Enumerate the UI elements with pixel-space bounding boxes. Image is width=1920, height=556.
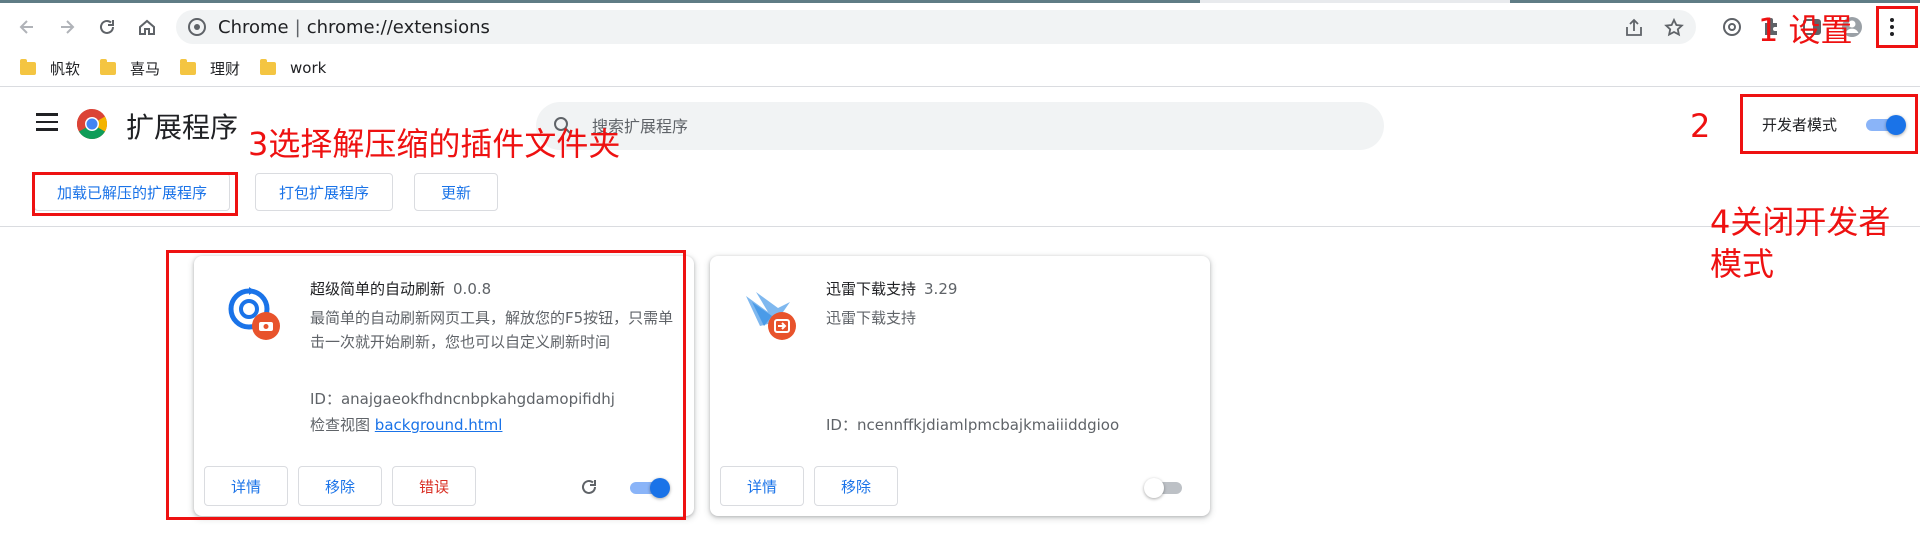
address-site: Chrome: [218, 17, 289, 38]
annotation-step1: 1 设置: [1758, 11, 1853, 49]
search-input[interactable]: [592, 114, 1292, 138]
address-text: Chrome | chrome://extensions: [218, 17, 490, 38]
page-title: 扩展程序: [126, 111, 239, 144]
bookmark-label: work: [290, 59, 327, 77]
extension-name: 迅雷下载支持: [826, 280, 917, 298]
back-icon[interactable]: [12, 12, 42, 42]
folder-icon: [20, 58, 36, 75]
bookmark-folder[interactable]: 帆软: [20, 57, 80, 79]
extension-card: 迅雷下载支持 3.29 迅雷下载支持 ID：ncennffkjdiamlpmcba…: [710, 256, 1210, 516]
annotation-step4-line2: 模式: [1710, 245, 1775, 283]
extension-description: 迅雷下载支持: [826, 309, 917, 327]
folder-icon: [260, 58, 276, 75]
enable-extension-toggle[interactable]: [1144, 478, 1186, 498]
bookmark-folder[interactable]: 喜马: [100, 57, 160, 79]
bookmark-label: 喜马: [130, 59, 161, 78]
bookmark-label: 理财: [210, 59, 241, 78]
details-button[interactable]: 详情: [720, 466, 804, 506]
pack-extension-button[interactable]: 打包扩展程序: [255, 173, 393, 211]
chrome-site-icon: [188, 18, 206, 36]
forward-icon[interactable]: [52, 12, 82, 42]
browser-toolbar: Chrome | chrome://extensions: [0, 3, 1920, 49]
thunder-download-icon: [746, 292, 796, 340]
remove-button[interactable]: 移除: [814, 466, 898, 506]
folder-icon: [100, 58, 116, 75]
header-divider: [0, 226, 1920, 227]
search-bar[interactable]: [536, 102, 1384, 150]
annotation-box-card: [166, 250, 686, 520]
annotation-step3: 3选择解压缩的插件文件夹: [248, 125, 621, 163]
update-button[interactable]: 更新: [414, 173, 498, 211]
annotation-box-load: [32, 172, 238, 216]
extension-name-row: 迅雷下载支持 3.29: [826, 278, 957, 299]
bookmark-folder[interactable]: work: [260, 57, 326, 79]
annotation-box-devmode: [1740, 94, 1918, 154]
annotation-step4-line1: 4关闭开发者: [1710, 203, 1891, 241]
annotation-step2: 2: [1690, 107, 1711, 145]
hamburger-menu-icon[interactable]: [36, 113, 58, 131]
extension-id: ID：ncennffkjdiamlpmcbajkmaiiiddgioo: [826, 416, 1120, 434]
extension-version: 3.29: [924, 280, 958, 298]
reload-page-icon[interactable]: [92, 12, 122, 42]
folder-icon: [180, 58, 196, 75]
bookmarks-bar: 帆软 喜马 理财 work: [0, 49, 1920, 87]
share-icon[interactable]: [1623, 17, 1645, 39]
extension-circle-icon[interactable]: [1720, 15, 1744, 39]
bookmark-label: 帆软: [50, 59, 81, 78]
annotation-box-menu: [1876, 6, 1918, 48]
home-icon[interactable]: [132, 12, 162, 42]
bookmark-star-icon[interactable]: [1663, 17, 1685, 39]
address-url: chrome://extensions: [306, 17, 490, 38]
chrome-logo-icon: [76, 109, 108, 140]
address-bar[interactable]: Chrome | chrome://extensions: [176, 10, 1696, 44]
bookmark-folder[interactable]: 理财: [180, 57, 240, 79]
